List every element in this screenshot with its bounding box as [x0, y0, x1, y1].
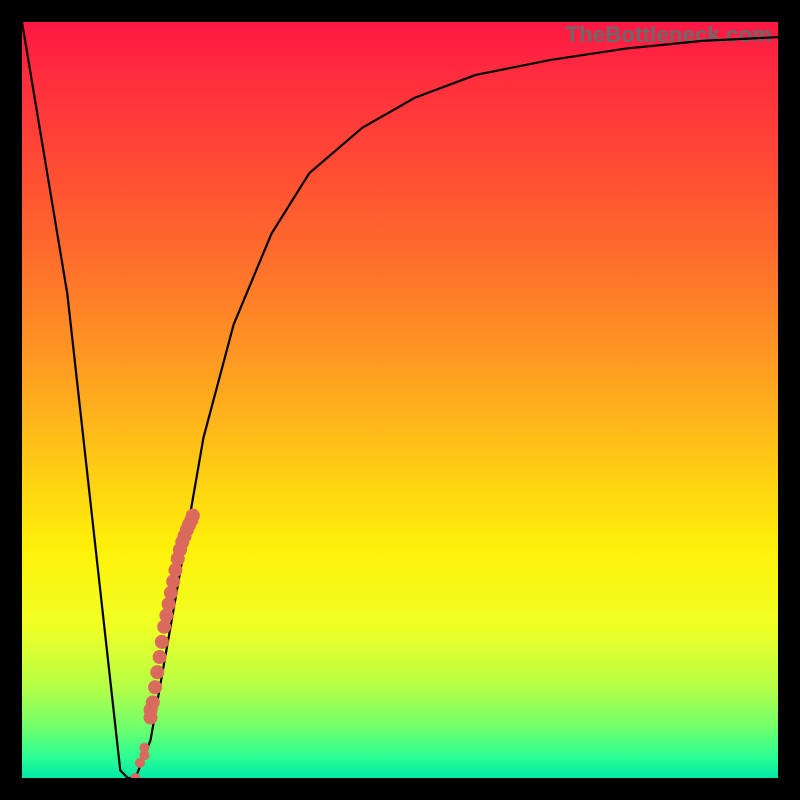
data-point	[150, 665, 164, 679]
data-point	[186, 509, 200, 523]
data-point	[130, 773, 140, 778]
data-point	[153, 650, 167, 664]
curve-layer	[22, 22, 778, 778]
data-point	[139, 750, 149, 760]
bottleneck-curve	[22, 22, 778, 778]
chart-svg	[22, 22, 778, 778]
plot-area: TheBottleneck.com	[22, 22, 778, 778]
data-point	[148, 680, 162, 694]
data-point	[146, 695, 160, 709]
marker-layer	[130, 509, 199, 778]
data-point	[155, 635, 169, 649]
chart-frame: TheBottleneck.com	[0, 0, 800, 800]
